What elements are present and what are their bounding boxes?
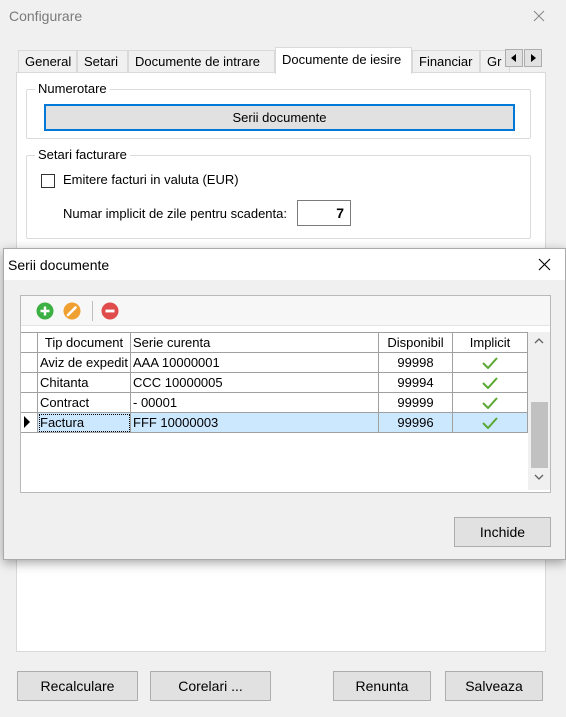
serii-documente-button[interactable]: Serii documente	[44, 104, 515, 131]
main-titlebar: Configurare	[0, 0, 566, 32]
currency-checkbox[interactable]	[41, 174, 55, 188]
table-row-serie[interactable]: FFF 10000003	[131, 413, 379, 433]
arrow-left-icon	[511, 54, 516, 62]
checkmark-icon	[482, 357, 498, 370]
scroll-down-button[interactable]	[528, 468, 550, 486]
window-title: Configurare	[9, 8, 83, 24]
table-row-serie[interactable]: CCC 10000005	[131, 373, 379, 393]
days-input[interactable]: 7	[297, 200, 351, 226]
dialog-title: Serii documente	[8, 257, 110, 273]
col-serie-curenta[interactable]: Serie curenta	[131, 333, 379, 353]
table-row-tip[interactable]: Chitanta	[38, 373, 131, 393]
table-row-implicit[interactable]	[453, 373, 528, 393]
tab-general[interactable]: General	[18, 50, 77, 73]
tab-documente-iesire[interactable]: Documente de iesire	[275, 47, 412, 74]
table-row-implicit[interactable]	[453, 393, 528, 413]
col-tip-document[interactable]: Tip document	[38, 333, 131, 353]
tab-scroll-right[interactable]	[524, 49, 542, 67]
numerotare-group: Numerotare Serii documente	[26, 81, 531, 139]
delete-icon[interactable]	[101, 302, 119, 320]
series-panel: Tip document Serie curenta Disponibil Im…	[20, 295, 551, 493]
close-icon	[538, 258, 550, 271]
series-toolbar	[21, 296, 550, 326]
row-indicator-header	[21, 333, 38, 353]
row-indicator-current[interactable]	[21, 413, 38, 433]
col-implicit[interactable]: Implicit	[453, 333, 528, 353]
table-row-tip[interactable]: Factura	[38, 413, 131, 433]
add-icon[interactable]	[36, 302, 54, 320]
checkmark-icon	[482, 417, 498, 430]
table-row-disponibil[interactable]: 99999	[379, 393, 453, 413]
dialog-titlebar: Serii documente	[4, 249, 565, 280]
table-row-disponibil[interactable]: 99994	[379, 373, 453, 393]
scroll-up-button[interactable]	[528, 332, 550, 350]
inchide-button[interactable]: Inchide	[454, 517, 551, 547]
col-disponibil[interactable]: Disponibil	[379, 333, 453, 353]
current-row-arrow-icon	[24, 416, 30, 428]
renunta-button[interactable]: Renunta	[333, 671, 431, 701]
chevron-up-icon	[534, 338, 544, 344]
setari-facturare-legend: Setari facturare	[35, 147, 130, 162]
tab-bar: General Setari Documente de intrare Docu…	[18, 47, 548, 74]
tab-setari[interactable]: Setari	[77, 50, 128, 73]
row-indicator[interactable]	[21, 393, 38, 413]
toolbar-separator	[92, 301, 93, 321]
tab-scroll-left[interactable]	[505, 49, 523, 67]
main-close-button[interactable]	[521, 0, 557, 32]
table-row-tip[interactable]: Contract	[38, 393, 131, 413]
table-row-serie[interactable]: AAA 10000001	[131, 353, 379, 373]
series-grid: Tip document Serie curenta Disponibil Im…	[21, 332, 528, 452]
checkmark-icon	[482, 377, 498, 390]
table-row-disponibil[interactable]: 99996	[379, 413, 453, 433]
scroll-thumb[interactable]	[531, 402, 548, 468]
grid-vertical-scrollbar[interactable]	[528, 332, 550, 490]
row-indicator[interactable]	[21, 373, 38, 393]
recalculare-button[interactable]: Recalculare	[17, 671, 138, 701]
serii-documente-dialog: Serii documente Tip document Serie curen…	[3, 248, 566, 560]
salveaza-button[interactable]: Salveaza	[445, 671, 543, 701]
checkmark-icon	[482, 397, 498, 410]
corelari-button[interactable]: Corelari ...	[150, 671, 271, 701]
table-row-disponibil[interactable]: 99998	[379, 353, 453, 373]
table-row-tip[interactable]: Aviz de expedit	[38, 353, 131, 373]
numerotare-legend: Numerotare	[35, 81, 110, 96]
arrow-right-icon	[531, 54, 536, 62]
row-indicator[interactable]	[21, 353, 38, 373]
currency-checkbox-label: Emitere facturi in valuta (EUR)	[63, 172, 239, 187]
tab-financiar[interactable]: Financiar	[412, 50, 480, 73]
table-row-implicit[interactable]	[453, 353, 528, 373]
table-row-serie[interactable]: - 00001	[131, 393, 379, 413]
tab-documente-intrare[interactable]: Documente de intrare	[128, 50, 275, 73]
close-icon	[533, 10, 545, 22]
setari-facturare-group: Setari facturare Emitere facturi in valu…	[26, 147, 531, 239]
chevron-down-icon	[534, 474, 544, 480]
days-label: Numar implicit de zile pentru scadenta:	[63, 206, 287, 221]
table-row-implicit[interactable]	[453, 413, 528, 433]
dialog-close-button[interactable]	[526, 249, 562, 280]
edit-icon[interactable]	[63, 302, 81, 320]
